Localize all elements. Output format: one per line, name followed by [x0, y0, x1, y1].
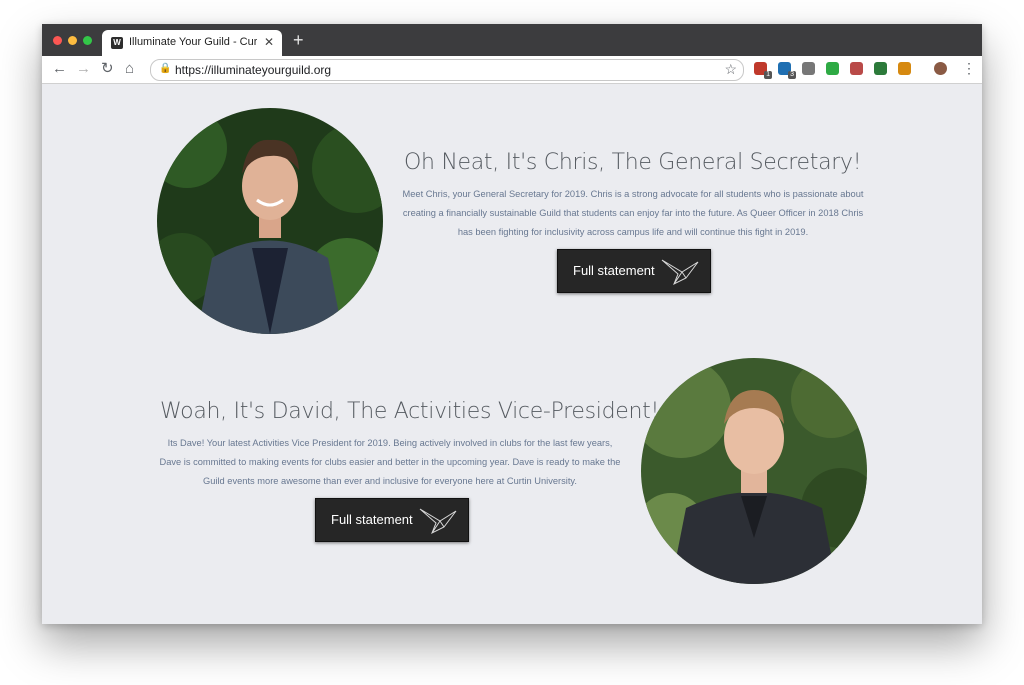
forward-arrow-icon[interactable]: →: [76, 60, 91, 78]
david-full-statement-button[interactable]: Full statement: [315, 498, 469, 542]
close-window-button[interactable]: [53, 36, 62, 45]
chris-full-statement-button[interactable]: Full statement: [557, 249, 711, 293]
title-bar: W Illuminate Your Guild - Curtin S ✕ +: [42, 24, 982, 56]
lock-icon: 🔒: [159, 63, 172, 74]
browser-menu-icon[interactable]: ⋮: [962, 60, 976, 77]
new-tab-button[interactable]: +: [293, 30, 304, 50]
url-text: https://illuminateyourguild.org: [175, 63, 332, 77]
shield-extension-icon[interactable]: 1: [754, 62, 772, 79]
section-text-chris: Meet Chris, your General Secretary for 2…: [402, 189, 864, 237]
browser-tab[interactable]: W Illuminate Your Guild - Curtin S ✕: [102, 30, 282, 56]
minimize-window-button[interactable]: [68, 36, 77, 45]
chris-photo: [157, 108, 383, 334]
bookmark-star-icon[interactable]: ☆: [724, 61, 737, 78]
tab-title: Illuminate Your Guild - Curtin S: [129, 36, 257, 48]
david-photo: [641, 358, 867, 584]
browser-toolbar: ← → ↻ ⌂ 🔒 https://illuminateyourguild.or…: [42, 56, 982, 84]
bird-icon: [419, 508, 457, 535]
back-arrow-icon[interactable]: ←: [52, 60, 67, 78]
extension-badge: 1: [764, 71, 772, 79]
address-bar[interactable]: 🔒 https://illuminateyourguild.org ☆: [150, 59, 744, 81]
section-title-chris: Oh Neat, It's Chris, The General Secreta…: [404, 150, 862, 175]
clip-extension-icon[interactable]: [850, 62, 863, 75]
plus-extension-icon[interactable]: [826, 62, 839, 75]
maximize-window-button[interactable]: [83, 36, 92, 45]
section-text-david: Its Dave! Your latest Activities Vice Pr…: [159, 438, 621, 486]
home-icon[interactable]: ⌂: [125, 60, 134, 78]
leaf-extension-icon[interactable]: [874, 62, 887, 75]
wallet-extension-icon[interactable]: [898, 62, 911, 75]
reload-icon[interactable]: ↻: [101, 60, 114, 78]
site-favicon-icon: W: [111, 37, 123, 49]
bird-icon: [661, 259, 699, 286]
extension-badge: 3: [788, 71, 796, 79]
list-extension-icon[interactable]: [802, 62, 815, 75]
page-content: Oh Neat, It's Chris, The General Secreta…: [42, 84, 982, 624]
browser-window: W Illuminate Your Guild - Curtin S ✕ + ←…: [42, 24, 982, 624]
section-title-david: Woah, It's David, The Activities Vice-Pr…: [160, 399, 660, 424]
button-label: Full statement: [573, 263, 655, 278]
s-extension-icon[interactable]: 3: [778, 62, 796, 79]
tab-close-icon[interactable]: ✕: [264, 35, 274, 49]
profile-avatar[interactable]: [934, 62, 947, 75]
button-label: Full statement: [331, 512, 413, 527]
